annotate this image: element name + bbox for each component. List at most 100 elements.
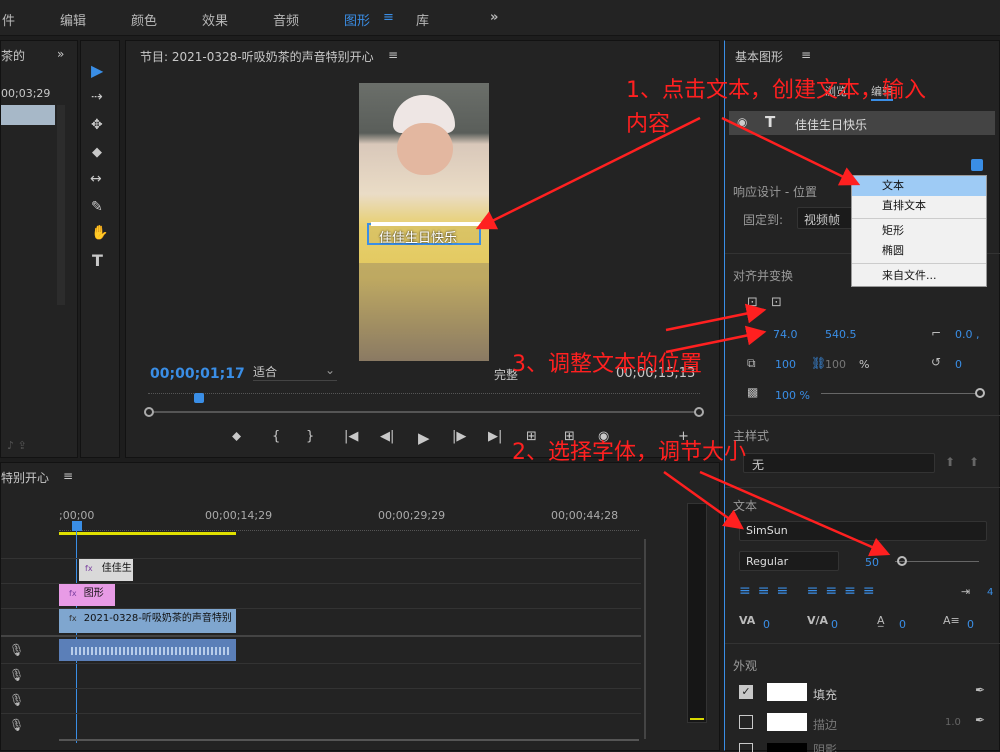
sequence-menu-icon[interactable]: ≡ <box>63 469 73 483</box>
font-size-slider[interactable] <box>895 561 979 562</box>
scale-height[interactable]: 100 <box>825 358 846 371</box>
leading-value[interactable]: 0 <box>899 618 906 631</box>
graphics-menu-icon[interactable]: ≡ <box>383 10 394 25</box>
type-tool-icon[interactable]: T <box>92 251 103 270</box>
tab-color[interactable]: 颜色 <box>131 10 157 29</box>
menu-item-rectangle[interactable]: 矩形 <box>852 221 986 241</box>
title-clip[interactable]: fx 佳佳生 <box>79 559 133 581</box>
go-to-out-icon[interactable]: ▶| <box>488 429 502 444</box>
mic-icon[interactable]: 🎙 <box>9 643 24 657</box>
mic-icon[interactable]: 🎙 <box>9 668 24 682</box>
audio-clip[interactable] <box>59 639 236 661</box>
new-layer-icon[interactable] <box>971 159 983 171</box>
position-x[interactable]: 74.0 <box>773 328 798 341</box>
tab-assembly[interactable]: 件 <box>2 10 15 29</box>
tracking-value[interactable]: 0 <box>763 618 770 631</box>
go-to-in-icon[interactable]: |◀ <box>344 429 358 444</box>
eyedropper-icon[interactable]: ✒ <box>975 683 985 697</box>
master-style-dropdown[interactable]: 无 <box>743 453 935 473</box>
link-icon[interactable]: ⛓ <box>811 356 826 370</box>
stroke-checkbox[interactable] <box>739 715 753 729</box>
menu-item-from-file[interactable]: 来自文件... <box>852 266 986 286</box>
tab-stop-icon[interactable]: ⇥ <box>961 585 970 598</box>
more-panels-icon[interactable]: » <box>57 47 64 61</box>
playhead-marker[interactable] <box>194 393 204 403</box>
anchor-value[interactable]: 0.0 , <box>955 328 980 341</box>
video-clip[interactable]: fx 2021-0328-听吸奶茶的声音特别 <box>59 609 236 633</box>
eyedropper-icon[interactable]: ✒ <box>975 713 985 727</box>
tab-libraries[interactable]: 库 <box>416 10 429 29</box>
opacity-slider-handle[interactable] <box>975 388 985 398</box>
step-back-icon[interactable]: ◀| <box>380 429 394 444</box>
fill-checkbox[interactable]: ✓ <box>739 685 753 699</box>
more-workspaces-icon[interactable]: » <box>490 10 498 25</box>
zoom-handle-right[interactable] <box>694 407 704 417</box>
eye-icon[interactable]: ◉ <box>737 115 747 129</box>
opacity-value[interactable]: 100 % <box>775 389 810 402</box>
font-family-dropdown[interactable]: SimSun <box>739 521 987 541</box>
timeline-vertical-scroll[interactable] <box>644 539 652 739</box>
sequence-tab[interactable]: 特别开心 <box>1 469 49 486</box>
time-ruler[interactable] <box>148 393 700 407</box>
hand-tool-icon[interactable]: ✋ <box>91 225 108 241</box>
font-size-value[interactable]: 50 <box>865 556 879 569</box>
font-size-slider-handle[interactable] <box>897 556 907 566</box>
graphic-clip[interactable]: fx 图形 <box>59 584 115 606</box>
timeline-hscroll[interactable] <box>59 739 639 741</box>
kerning-value[interactable]: 0 <box>831 618 838 631</box>
slip-tool-icon[interactable]: ↔ <box>90 171 102 187</box>
font-style-dropdown[interactable]: Regular <box>739 551 839 571</box>
text-align-buttons[interactable]: ≡≡≡ ≡≡≡≡ <box>739 583 882 599</box>
percent-label: % <box>859 358 870 371</box>
playhead-timecode[interactable]: 00;00;01;17 <box>150 366 245 382</box>
tab-effects[interactable]: 效果 <box>202 10 228 29</box>
stroke-color-swatch[interactable] <box>767 713 807 731</box>
track-select-tool-icon[interactable]: ⇢ <box>91 89 103 105</box>
stroke-width[interactable]: 1.0 <box>945 717 961 728</box>
zoom-handle-left[interactable] <box>144 407 154 417</box>
scale-value[interactable]: 100 <box>775 358 796 371</box>
selection-tool-icon[interactable]: ▶ <box>91 61 103 80</box>
tab-graphics[interactable]: 图形 <box>344 10 370 29</box>
fit-dropdown[interactable]: 适合 ⌄ <box>253 363 337 381</box>
tab-stop-value[interactable]: 4 <box>987 587 993 598</box>
sync-style-icon[interactable]: ⬆ <box>969 455 979 469</box>
align-horizontal-center-icon[interactable]: ⊡ <box>771 295 782 310</box>
text-bounding-box[interactable]: 佳佳生日快乐 <box>367 222 481 246</box>
layer-row[interactable]: ◉ T 佳佳生日快乐 <box>729 111 995 135</box>
align-vertical-center-icon[interactable]: ⊡ <box>747 295 758 310</box>
step-forward-icon[interactable]: |▶ <box>452 429 466 444</box>
work-area-bar[interactable] <box>59 532 236 535</box>
program-menu-icon[interactable]: ≡ <box>388 48 398 62</box>
selected-bin-item[interactable] <box>1 105 55 125</box>
pin-dropdown[interactable]: 视频帧 <box>797 207 857 229</box>
zoom-scrollbar[interactable] <box>148 411 700 413</box>
rotate-value[interactable]: 0 <box>955 358 962 371</box>
menu-item-text[interactable]: 文本 <box>852 176 986 196</box>
project-scrollbar[interactable] <box>57 105 65 305</box>
timeline-ruler[interactable] <box>59 523 639 531</box>
mic-icon[interactable]: 🎙 <box>9 718 24 732</box>
opacity-slider[interactable] <box>821 393 977 394</box>
mark-out-icon[interactable]: } <box>306 429 314 444</box>
timeline-playhead[interactable] <box>72 521 82 531</box>
menu-item-vertical-text[interactable]: 直排文本 <box>852 196 986 216</box>
mic-icon[interactable]: 🎙 <box>9 693 24 707</box>
tab-audio[interactable]: 音频 <box>273 10 299 29</box>
position-y[interactable]: 540.5 <box>825 328 857 341</box>
fill-color-swatch[interactable] <box>767 683 807 701</box>
tab-edit[interactable]: 编辑 <box>60 10 86 29</box>
menu-item-ellipse[interactable]: 椭圆 <box>852 241 986 261</box>
mark-in-icon[interactable]: { <box>272 429 280 444</box>
add-marker-icon[interactable]: ⬥ <box>232 429 241 444</box>
razor-tool-icon[interactable]: ◆ <box>92 145 102 160</box>
eg-menu-icon[interactable]: ≡ <box>801 48 811 62</box>
play-icon[interactable]: ▶ <box>418 429 430 447</box>
video-frame[interactable]: 佳佳生日快乐 <box>359 83 489 361</box>
ripple-edit-tool-icon[interactable]: ✥ <box>91 117 103 133</box>
baseline-value[interactable]: 0 <box>967 618 974 631</box>
overlay-text[interactable]: 佳佳生日快乐 <box>379 227 457 246</box>
push-style-icon[interactable]: ⬆ <box>945 455 955 469</box>
pen-tool-icon[interactable]: ✎ <box>91 199 103 215</box>
new-bin-icon[interactable]: ♪ ⇪ <box>7 439 27 452</box>
